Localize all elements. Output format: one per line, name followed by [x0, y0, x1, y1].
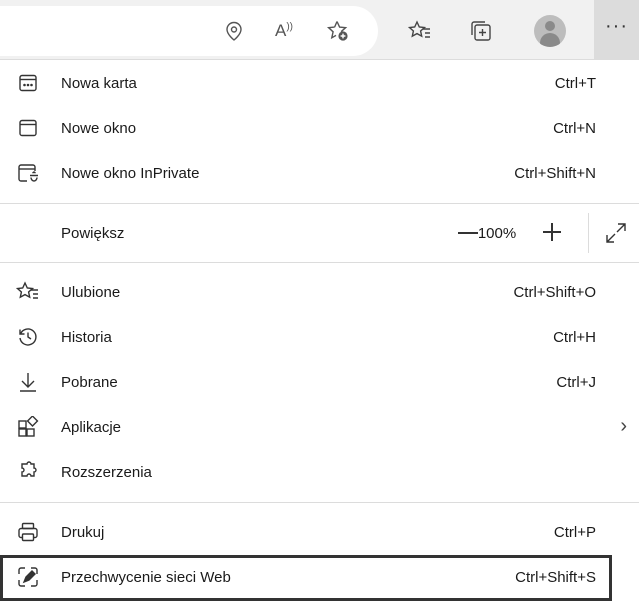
menu-item-new-inprivate[interactable]: Nowe okno InPrivate Ctrl+Shift+N	[0, 151, 639, 196]
zoom-level: 100%	[477, 225, 517, 242]
menu-item-shortcut: Ctrl+J	[556, 374, 596, 391]
menu-divider	[0, 502, 639, 503]
location-icon	[226, 21, 242, 41]
menu-item-label: Nowe okno	[61, 120, 137, 137]
favorites-icon	[408, 20, 430, 38]
browser-toolbar: A)) ···	[0, 0, 639, 60]
menu-divider	[0, 203, 639, 204]
favorites-button[interactable]	[398, 9, 442, 53]
menu-item-extensions[interactable]: Rozszerzenia	[0, 450, 639, 495]
chevron-right-icon: ›	[620, 415, 627, 437]
menu-item-shortcut: Ctrl+N	[553, 120, 596, 137]
menu-item-label: Przechwycenie sieci Web	[61, 569, 231, 586]
add-favorite-icon	[326, 21, 348, 41]
menu-item-print[interactable]: Drukuj Ctrl+P	[0, 510, 639, 555]
menu-item-shortcut: Ctrl+P	[553, 524, 596, 541]
favorites-icon	[16, 280, 40, 304]
menu-item-apps[interactable]: Aplikacje ›	[0, 405, 639, 450]
menu-item-shortcut: Ctrl+T	[554, 75, 596, 92]
menu-item-favorites[interactable]: Ulubione Ctrl+Shift+O	[0, 270, 639, 315]
collections-icon	[471, 21, 491, 41]
zoom-label: Powiększ	[61, 225, 125, 242]
profile-button[interactable]	[528, 9, 572, 53]
menu-item-history[interactable]: Historia Ctrl+H	[0, 315, 639, 360]
extensions-icon	[16, 460, 40, 484]
menu-item-label: Rozszerzenia	[61, 464, 152, 481]
menu-item-downloads[interactable]: Pobrane Ctrl+J	[0, 360, 639, 405]
new-tab-icon	[16, 71, 40, 95]
collections-button[interactable]	[459, 9, 503, 53]
fullscreen-button[interactable]	[604, 221, 628, 245]
menu-item-web-capture[interactable]: Przechwycenie sieci Web Ctrl+Shift+S	[0, 555, 612, 601]
web-capture-icon	[16, 565, 40, 589]
apps-icon	[16, 415, 40, 439]
menu-item-label: Pobrane	[61, 374, 118, 391]
settings-and-more-button[interactable]: ···	[594, 0, 639, 60]
menu-item-shortcut: Ctrl+Shift+N	[514, 165, 596, 182]
zoom-divider	[588, 213, 589, 253]
read-aloud-button[interactable]: A))	[262, 9, 306, 53]
settings-menu: Nowa karta Ctrl+T Nowe okno Ctrl+N Nowe …	[0, 61, 639, 601]
menu-item-shortcut: Ctrl+H	[553, 329, 596, 346]
menu-item-shortcut: Ctrl+Shift+O	[513, 284, 596, 301]
menu-item-label: Nowe okno InPrivate	[61, 165, 200, 182]
menu-item-zoom: Powiększ 100%	[0, 211, 639, 255]
fullscreen-icon	[606, 223, 626, 243]
menu-item-label: Historia	[61, 329, 112, 346]
menu-item-new-tab[interactable]: Nowa karta Ctrl+T	[0, 61, 639, 106]
read-aloud-icon: A))	[274, 21, 293, 40]
profile-avatar	[534, 15, 566, 47]
inprivate-icon	[16, 161, 40, 185]
more-icon: ···	[605, 15, 628, 37]
menu-item-new-window[interactable]: Nowe okno Ctrl+N	[0, 106, 639, 151]
printer-icon	[16, 520, 40, 544]
history-icon	[16, 325, 40, 349]
download-icon	[16, 370, 40, 394]
menu-divider	[0, 262, 639, 263]
menu-item-label: Nowa karta	[61, 75, 137, 92]
menu-item-label: Ulubione	[61, 284, 121, 301]
menu-item-shortcut: Ctrl+Shift+S	[515, 569, 596, 586]
menu-item-label: Aplikacje	[61, 419, 122, 436]
location-button[interactable]	[212, 9, 256, 53]
zoom-in-button[interactable]	[541, 221, 563, 243]
new-window-icon	[16, 116, 40, 140]
menu-item-label: Drukuj	[61, 524, 105, 541]
add-favorite-button[interactable]	[316, 9, 360, 53]
